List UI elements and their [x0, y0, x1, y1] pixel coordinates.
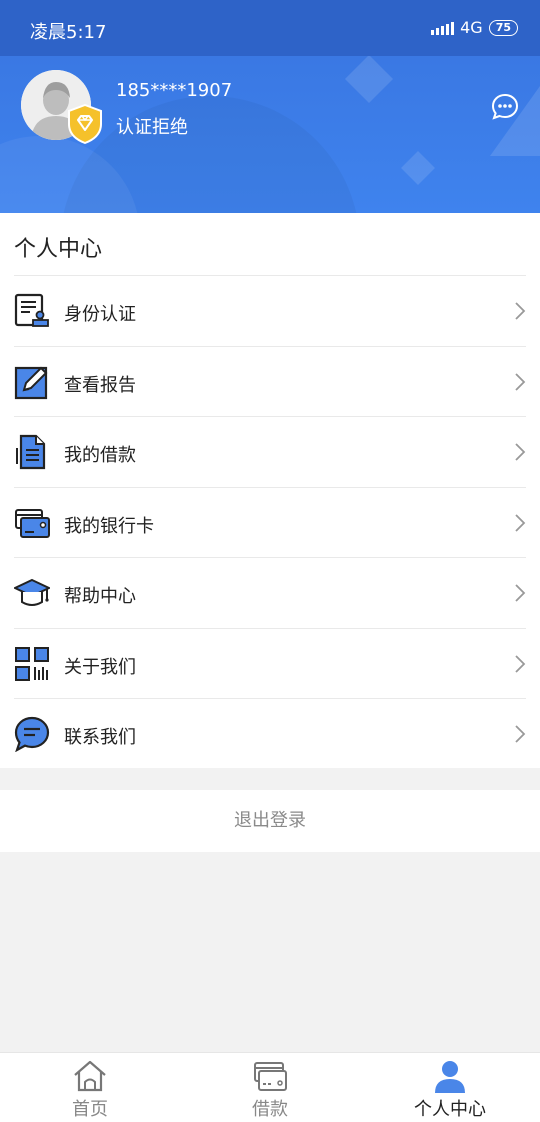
pen-report-icon [14, 366, 48, 399]
nav-label: 首页 [72, 1099, 108, 1120]
section-title: 个人中心 [14, 237, 103, 262]
shield-badge-icon [68, 104, 102, 144]
menu-item-label: 我的银行卡 [64, 515, 154, 537]
chevron-right-icon [515, 372, 526, 391]
menu-item-label: 查看报告 [64, 374, 136, 396]
nav-label: 个人中心 [414, 1099, 486, 1120]
chevron-right-icon [515, 513, 526, 532]
menu-item-label: 我的借款 [64, 445, 136, 466]
chevron-right-icon [515, 584, 526, 602]
home-icon [74, 1060, 106, 1092]
logout-button[interactable]: 退出登录 [0, 790, 540, 852]
auth-status: 认证拒绝 [116, 117, 188, 138]
menu-item-report[interactable]: 查看报告 [14, 345, 526, 417]
card-icon [254, 1062, 287, 1091]
chevron-right-icon [515, 302, 526, 320]
header-decoration [401, 151, 435, 185]
chevron-right-icon [515, 443, 526, 461]
nav-home[interactable]: 首页 [0, 1053, 180, 1122]
menu-item-identity[interactable]: 身份认证 [14, 275, 526, 346]
message-icon[interactable] [490, 92, 520, 122]
bank-card-icon [15, 508, 50, 538]
profile-header: 185****1907 认证拒绝 [0, 56, 540, 213]
status-indicators: 4G 75 [431, 18, 518, 37]
menu-item-bank-card[interactable]: 我的银行卡 [14, 486, 526, 558]
user-icon [435, 1061, 465, 1093]
menu-item-label: 帮助中心 [64, 586, 136, 607]
personal-center-menu: 个人中心 身份认证 查看报告 我的借款 我的银行卡 帮助中心 关于我们 联系我们 [0, 213, 540, 768]
chevron-right-icon [515, 725, 526, 743]
id-card-icon [14, 293, 49, 327]
menu-item-about[interactable]: 关于我们 [14, 627, 526, 699]
chevron-right-icon [515, 654, 526, 673]
bottom-nav: 首页 借款 个人中心 [0, 1052, 540, 1122]
nav-personal-center[interactable]: 个人中心 [360, 1053, 540, 1122]
menu-item-label: 身份认证 [64, 304, 136, 325]
network-type: 4G [460, 18, 483, 37]
status-time: 凌晨5:17 [30, 22, 107, 43]
nav-loan[interactable]: 借款 [180, 1053, 360, 1122]
qr-code-icon [15, 646, 49, 681]
menu-item-loans[interactable]: 我的借款 [14, 416, 526, 487]
menu-item-help[interactable]: 帮助中心 [14, 557, 526, 628]
signal-icon [431, 21, 455, 35]
header-decoration [344, 56, 394, 104]
user-phone: 185****1907 [116, 80, 233, 101]
menu-item-contact[interactable]: 联系我们 [14, 698, 526, 769]
battery-icon: 75 [488, 19, 518, 36]
document-icon [16, 434, 46, 470]
nav-label: 借款 [252, 1099, 288, 1120]
menu-item-label: 关于我们 [64, 656, 136, 678]
graduation-cap-icon [14, 578, 50, 606]
menu-list: 身份认证 查看报告 我的借款 我的银行卡 帮助中心 关于我们 联系我们 [14, 275, 526, 769]
status-bar: 凌晨5:17 4G 75 [0, 0, 540, 56]
menu-item-label: 联系我们 [64, 727, 136, 748]
chat-bubble-icon [14, 716, 50, 752]
